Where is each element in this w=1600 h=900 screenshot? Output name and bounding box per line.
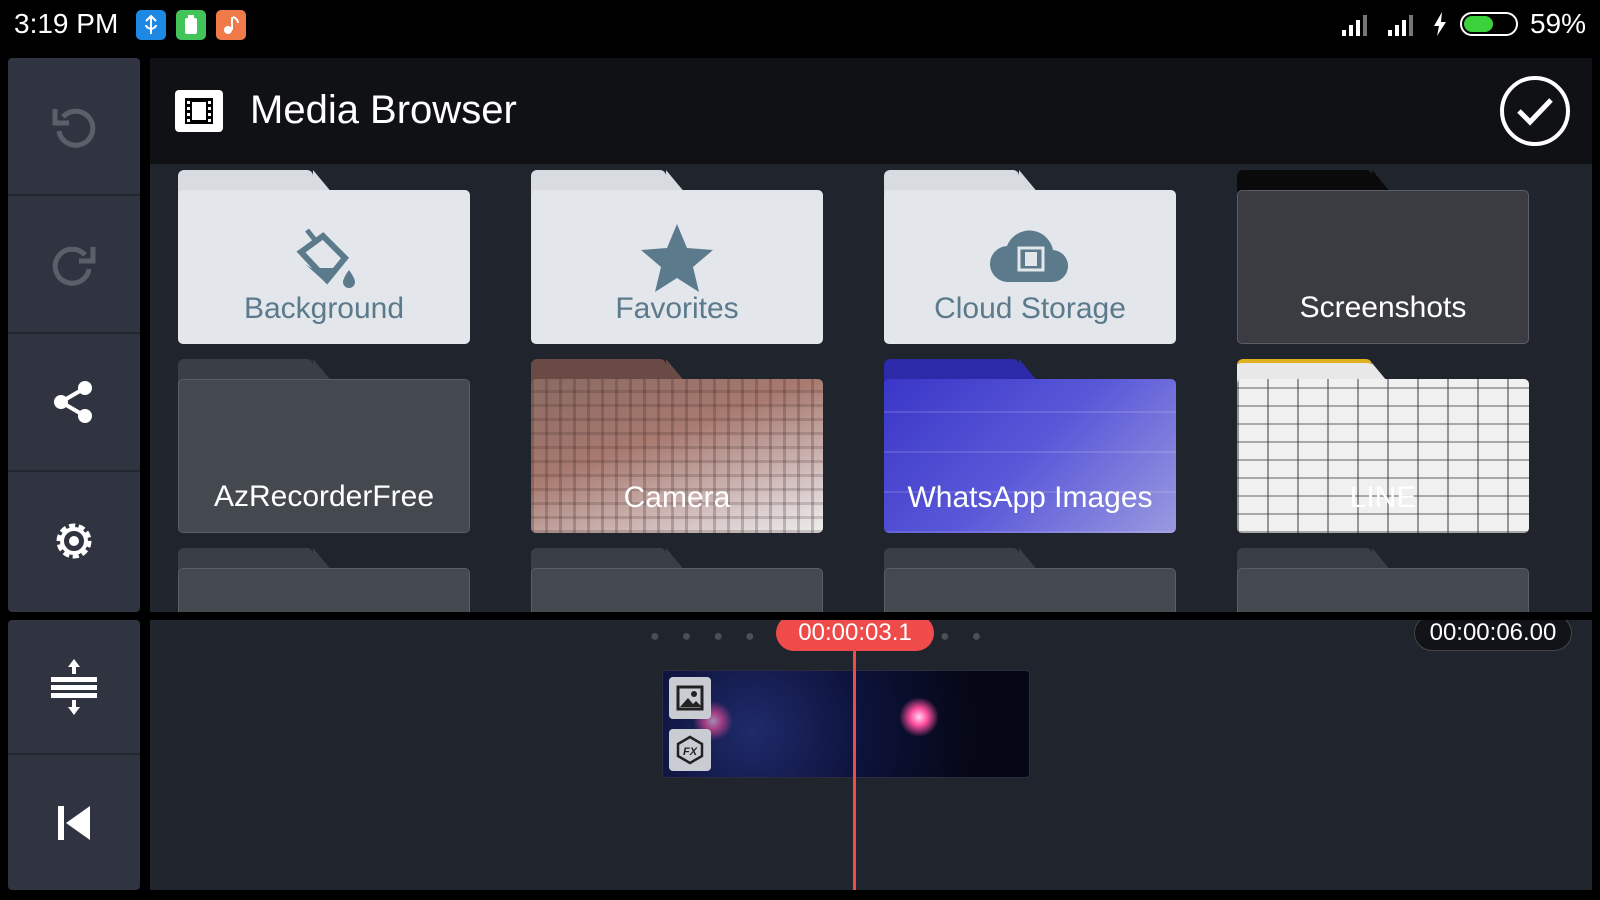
undo-button[interactable] [8,58,140,196]
folder-partial-3[interactable] [884,548,1176,612]
signal-icon-2 [1387,15,1413,36]
battery-percent: 59% [1529,8,1586,39]
charging-icon [1433,12,1446,36]
folder-partial-1[interactable] [178,548,470,612]
status-indicators: 59% [1340,8,1586,40]
timeline-panel[interactable]: ●●●● ●● 00:00:06.00 FX 00:00:03.1 [150,620,1592,890]
folder-camera[interactable]: Camera [531,359,823,533]
folder-label: AzRecorderFree [213,480,435,513]
svg-text:FX: FX [683,746,698,758]
signal-icon [1341,15,1367,36]
folder-azrecorderfree[interactable]: AzRecorderFree [178,359,470,533]
current-time-badge: 00:00:03.1 [776,620,934,651]
folder-label: Screenshots [1299,291,1467,324]
fx-icon[interactable]: FX [669,729,711,771]
music-icon [216,10,246,40]
confirm-button[interactable] [1500,76,1570,146]
editor-sidebar [8,58,140,612]
media-browser-header: Media Browser [150,58,1592,164]
share-button[interactable] [8,334,140,472]
total-duration: 00:00:06.00 [1414,620,1572,651]
star-icon [641,224,713,292]
settings-button[interactable] [8,472,140,610]
usb-icon [136,10,166,40]
battery-icon [1459,12,1518,36]
folder-background[interactable]: Background [178,170,470,344]
folder-label: Camera [623,481,731,514]
folder-partial-2[interactable] [531,548,823,612]
skip-to-start-icon [58,805,90,840]
film-icon [175,90,223,132]
page-title: Media Browser [250,88,517,132]
redo-icon [52,246,96,286]
folder-partial-4[interactable] [1237,548,1529,612]
folder-label: Cloud Storage [934,292,1126,325]
timeline-ruler-right: ●● [940,628,1004,645]
folder-label: Background [243,292,405,325]
paint-bucket-icon [296,228,355,288]
folder-line[interactable]: LINE [1237,359,1529,533]
media-browser-panel: Media Browser Background Favorites Cloud… [150,58,1592,612]
share-icon [54,381,92,423]
timeline-ruler-left: ●●●● [650,628,777,645]
timeline-sidebar [8,620,140,890]
skip-to-start-button[interactable] [8,755,140,890]
folder-whatsapp-images[interactable]: WhatsApp Images [884,359,1176,533]
playhead[interactable] [853,650,856,890]
cloud-icon [989,230,1069,283]
video-clip[interactable]: FX [662,670,1030,778]
expand-timeline-icon [51,658,97,715]
undo-icon [52,108,96,148]
battery-saver-icon [176,10,206,40]
status-time: 3:19 PM [14,8,119,39]
folder-favorites[interactable]: Favorites [531,170,823,344]
folder-label: WhatsApp Images [907,481,1153,514]
image-clip-icon[interactable] [669,677,711,719]
folder-screenshots[interactable]: Screenshots [1237,170,1529,344]
folder-cloud-storage[interactable]: Cloud Storage [884,170,1176,344]
folder-label: LINE [1349,481,1417,514]
expand-timeline-button[interactable] [8,620,140,755]
folder-label: Favorites [615,292,739,325]
status-bar: 3:19 PM 59% [0,0,1600,50]
checkmark-icon [1517,98,1553,126]
gear-icon [56,523,92,559]
redo-button[interactable] [8,196,140,334]
